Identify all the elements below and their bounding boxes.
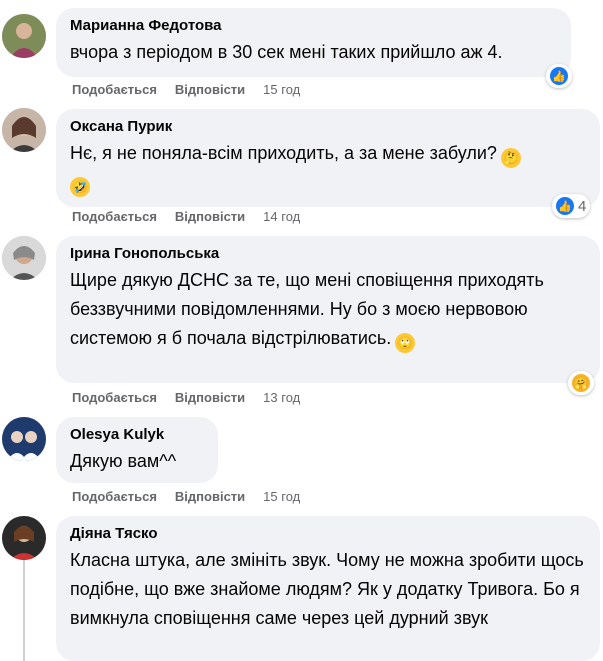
avatar[interactable] xyxy=(2,14,46,58)
like-reaction-icon: 👍 xyxy=(556,197,574,215)
comment-bubble: Olesya Kulyk Дякую вам^^ xyxy=(56,417,218,483)
comment-bubble: Марианна Федотова вчора з періодом в 30 … xyxy=(56,8,571,77)
rolling-eyes-face-icon: 🙄 xyxy=(395,333,416,353)
comment-text-content: Нє, я не поняла-всім приходить, а за мен… xyxy=(70,143,497,163)
thinking-face-icon: 🤔 xyxy=(500,148,521,168)
comment-bubble: Оксана Пурик Нє, я не поняла-всім приход… xyxy=(56,109,600,207)
avatar[interactable] xyxy=(2,417,46,461)
reply-button[interactable]: Відповісти xyxy=(175,390,245,406)
comment-author[interactable]: Ірина Гонопольська xyxy=(70,244,586,264)
avatar[interactable] xyxy=(2,108,46,152)
like-button[interactable]: Подобається xyxy=(72,489,157,505)
comment-actions: Подобається Відповісти 15 год xyxy=(72,82,300,98)
rolling-laughing-face-icon: 🤣 xyxy=(70,177,90,197)
avatar[interactable] xyxy=(2,236,46,280)
comment-timestamp[interactable]: 14 год xyxy=(263,209,300,225)
comment-author[interactable]: Марианна Федотова xyxy=(70,16,557,36)
comment-text: Дякую вам^^ xyxy=(70,451,177,471)
reply-thread-line xyxy=(23,560,25,661)
comment-author[interactable]: Оксана Пурик xyxy=(70,117,586,137)
comment-text: Класна штука, але змініть звук. Чому не … xyxy=(70,550,584,628)
comment-actions: Подобається Відповісти 14 год xyxy=(72,209,300,225)
care-reaction-icon: 🤗 xyxy=(572,374,590,392)
reaction-badge[interactable]: 👍 4 xyxy=(552,194,591,218)
like-reaction-icon: 👍 xyxy=(550,67,568,85)
comment-text: вчора з періодом в 30 сек мені таких при… xyxy=(70,42,503,62)
reply-button[interactable]: Відповісти xyxy=(175,489,245,505)
comment-text: Нє, я не поняла-всім приходить, а за мен… xyxy=(70,139,586,197)
comment-timestamp[interactable]: 15 год xyxy=(263,489,300,505)
like-button[interactable]: Подобається xyxy=(72,82,157,98)
comment-author[interactable]: Діяна Тяско xyxy=(70,524,586,544)
avatar[interactable] xyxy=(2,516,46,560)
like-button[interactable]: Подобається xyxy=(72,209,157,225)
comment-text-content: Щире дякую ДСНС за те, що мені сповіщенн… xyxy=(70,270,544,348)
like-button[interactable]: Подобається xyxy=(72,390,157,406)
reaction-count: 4 xyxy=(578,197,587,215)
reaction-badge[interactable]: 🤗 xyxy=(568,371,594,395)
comment-text: Щире дякую ДСНС за те, що мені сповіщенн… xyxy=(70,266,586,353)
comment-actions: Подобається Відповісти 13 год xyxy=(72,390,300,406)
comment-bubble: Діяна Тяско Класна штука, але змініть зв… xyxy=(56,516,600,661)
reply-button[interactable]: Відповісти xyxy=(175,82,245,98)
comment-actions: Подобається Відповісти 15 год xyxy=(72,489,300,505)
reply-button[interactable]: Відповісти xyxy=(175,209,245,225)
reaction-badge[interactable]: 👍 xyxy=(546,64,572,88)
comment-timestamp[interactable]: 15 год xyxy=(263,82,300,98)
comment-bubble: Ірина Гонопольська Щире дякую ДСНС за те… xyxy=(56,236,600,383)
comment-author[interactable]: Olesya Kulyk xyxy=(70,425,204,445)
comment-timestamp[interactable]: 13 год xyxy=(263,390,300,406)
